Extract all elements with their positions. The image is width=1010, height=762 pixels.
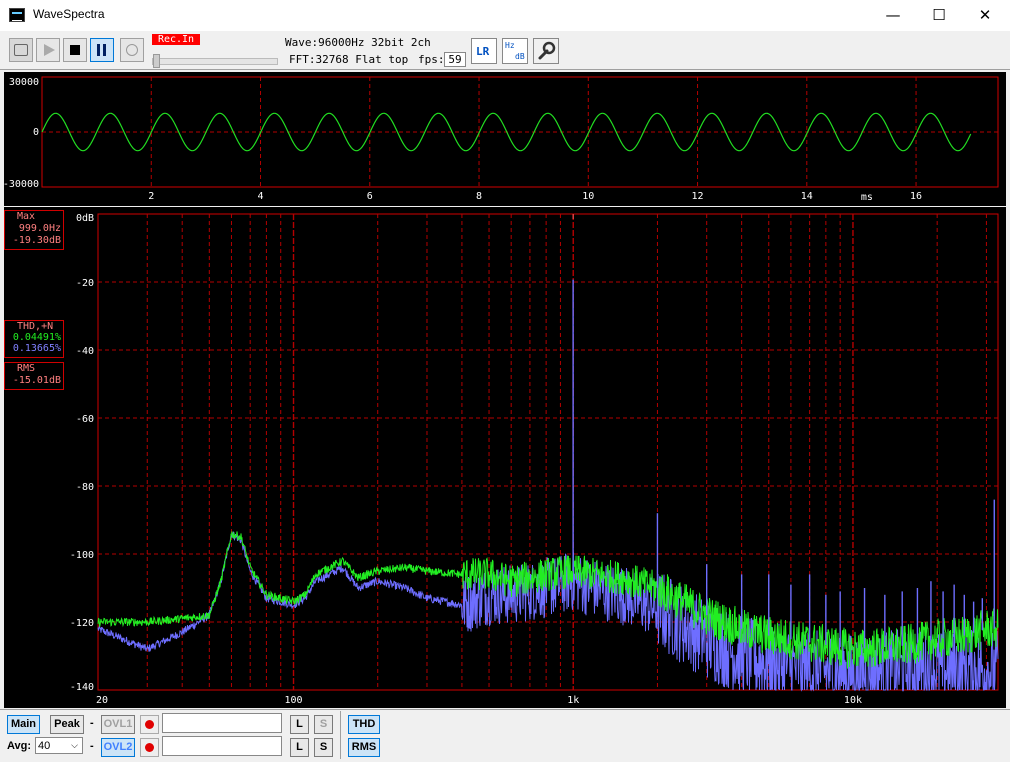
pause-button[interactable] bbox=[90, 38, 114, 62]
rms-title: RMS bbox=[17, 363, 36, 374]
ovl2-save-button[interactable]: S bbox=[314, 738, 333, 757]
wave-x-tick-label: 10 bbox=[582, 191, 594, 202]
waveform-chart: 30000 0 -30000 2 4 6 8 10 12 14 16 ms bbox=[4, 76, 999, 203]
spec-x-tick-label: 20 bbox=[96, 695, 108, 706]
peak-button[interactable]: Peak bbox=[50, 715, 84, 734]
thd-readout: THD,+N 0.04491% 0.13665% bbox=[4, 320, 64, 358]
wave-y-tick-label: 0 bbox=[33, 127, 39, 138]
spec-y-tick-label: -120 bbox=[70, 618, 94, 629]
play-button[interactable] bbox=[36, 38, 60, 62]
max-frequency: 999.0Hz bbox=[18, 223, 61, 234]
thd-button[interactable]: THD bbox=[348, 715, 380, 734]
spec-y-tick-label: -60 bbox=[76, 414, 94, 425]
wave-info: Wave:96000Hz 32bit 2ch bbox=[285, 36, 431, 49]
waveform-panel[interactable]: 30000 0 -30000 2 4 6 8 10 12 14 16 ms bbox=[4, 72, 1006, 206]
wave-x-tick-label: 14 bbox=[801, 191, 813, 202]
fft-label: FFT: bbox=[289, 53, 316, 66]
spectrum-right-channel-line bbox=[97, 531, 999, 669]
app-icon bbox=[9, 8, 25, 22]
fps-label: fps: bbox=[418, 53, 445, 66]
rms-button[interactable]: RMS bbox=[348, 738, 380, 757]
record-button[interactable] bbox=[120, 38, 144, 62]
wave-label: Wave: bbox=[285, 36, 319, 49]
spectrum-left-channel-line bbox=[97, 531, 999, 692]
ovl2-name-field[interactable] bbox=[162, 736, 282, 756]
ovl1-record-button[interactable] bbox=[140, 715, 159, 734]
wave-x-tick-label: 2 bbox=[148, 191, 154, 202]
lr-channel-button[interactable]: LR bbox=[471, 38, 497, 64]
separator-dash: - bbox=[90, 717, 94, 729]
max-readout: Max 999.0Hz -19.30dB bbox=[4, 210, 64, 250]
wave-x-tick-label: 4 bbox=[257, 191, 263, 202]
wave-x-tick-label: 16 bbox=[910, 191, 922, 202]
rms-readout: RMS -15.01dB bbox=[4, 362, 64, 390]
wave-y-tick-label: -30000 bbox=[4, 179, 39, 190]
avg-label: Avg: bbox=[7, 740, 32, 752]
spec-x-tick-label: 10k bbox=[844, 695, 862, 706]
spec-y-tick-label: -100 bbox=[70, 550, 94, 561]
wave-y-tick-label: 30000 bbox=[9, 77, 39, 88]
level-slider-track[interactable] bbox=[152, 58, 278, 65]
generator-button[interactable] bbox=[9, 38, 33, 62]
wave-x-tick-label: 8 bbox=[476, 191, 482, 202]
ovl1-left-button[interactable]: L bbox=[290, 715, 309, 734]
wave-x-unit-label: ms bbox=[861, 192, 873, 203]
chevron-down-icon: ⌵ bbox=[71, 741, 78, 751]
hz-db-scale-button[interactable]: Hz dB bbox=[502, 38, 528, 64]
spec-y-tick-label: -40 bbox=[76, 346, 94, 357]
thd-value: 0.04491% bbox=[12, 332, 61, 343]
ovl2-record-button[interactable] bbox=[140, 738, 159, 757]
stop-button[interactable] bbox=[63, 38, 87, 62]
spec-x-tick-label: 1k bbox=[567, 695, 579, 706]
rms-value: -15.01dB bbox=[12, 375, 61, 386]
ovl1-save-button[interactable]: S bbox=[314, 715, 333, 734]
spec-y-tick-label: 0dB bbox=[76, 213, 94, 224]
fps-value: 59 bbox=[444, 52, 466, 67]
ovl2-button[interactable]: OVL2 bbox=[101, 738, 135, 757]
fft-setting: 32768 Flat top bbox=[315, 53, 409, 66]
avg-select[interactable]: 40 ⌵ bbox=[35, 737, 83, 754]
title-bar: WaveSpectra — ☐ ✕ bbox=[0, 0, 1010, 31]
window-title: WaveSpectra bbox=[33, 7, 105, 21]
separator-dash: - bbox=[90, 740, 94, 752]
divider bbox=[340, 711, 341, 759]
rec-input-badge: Rec.In bbox=[152, 34, 200, 45]
settings-button[interactable] bbox=[533, 38, 559, 64]
db-icon-label: dB bbox=[515, 52, 525, 61]
spec-y-tick-label: -140 bbox=[70, 682, 94, 693]
minimize-button[interactable]: — bbox=[870, 0, 916, 31]
spec-x-tick-label: 100 bbox=[284, 695, 302, 706]
wave-x-tick-label: 6 bbox=[367, 191, 373, 202]
main-button[interactable]: Main bbox=[7, 715, 40, 734]
spec-y-tick-label: -80 bbox=[76, 482, 94, 493]
spectrum-frame bbox=[97, 213, 999, 691]
avg-value: 40 bbox=[38, 740, 51, 752]
max-title: Max bbox=[17, 211, 36, 222]
wrench-icon bbox=[538, 41, 556, 60]
close-button[interactable]: ✕ bbox=[962, 0, 1008, 31]
maximize-button[interactable]: ☐ bbox=[916, 0, 962, 31]
waveform-series-line bbox=[41, 112, 972, 152]
spec-y-tick-label: -20 bbox=[76, 278, 94, 289]
wave-format: 96000Hz 32bit 2ch bbox=[318, 36, 431, 49]
wave-x-tick-label: 12 bbox=[692, 191, 704, 202]
level-slider-thumb[interactable] bbox=[153, 54, 160, 68]
hz-icon-label: Hz bbox=[505, 41, 515, 50]
spectrum-panel[interactable]: 0dB -20 -40 -60 -80 -100 -120 -140 20 100 1k 10k bbox=[4, 207, 1006, 708]
thdn-value: 0.13665% bbox=[12, 343, 61, 354]
ovl1-button[interactable]: OVL1 bbox=[101, 715, 135, 734]
ovl1-name-field[interactable] bbox=[162, 713, 282, 733]
thd-title: THD,+N bbox=[17, 321, 54, 332]
max-level: -19.30dB bbox=[12, 235, 61, 246]
fft-info: FFT:32768 Flat top bbox=[289, 53, 408, 66]
spectrum-chart: 0dB -20 -40 -60 -80 -100 -120 -14020 100 1k 10k bbox=[70, 213, 999, 706]
lr-icon: LR bbox=[476, 45, 490, 58]
ovl2-left-button[interactable]: L bbox=[290, 738, 309, 757]
